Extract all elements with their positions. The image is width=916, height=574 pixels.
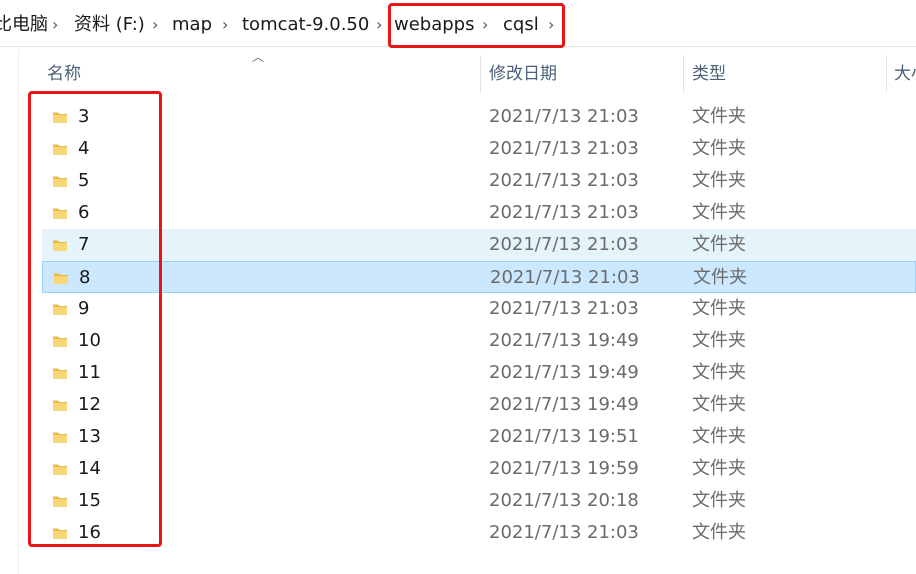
file-row[interactable]: 9 2021/7/13 21:03 文件夹 xyxy=(42,293,916,325)
file-row[interactable]: 16 2021/7/13 21:03 文件夹 xyxy=(42,517,916,549)
column-header-size[interactable]: 大小 xyxy=(894,55,916,93)
file-row[interactable]: 8 2021/7/13 21:03 文件夹 xyxy=(42,261,916,293)
column-header-name[interactable]: 名称 xyxy=(47,55,81,93)
file-row[interactable]: 14 2021/7/13 19:59 文件夹 xyxy=(42,453,916,485)
file-row[interactable]: 10 2021/7/13 19:49 文件夹 xyxy=(42,325,916,357)
file-type: 文件夹 xyxy=(692,458,746,479)
file-modified: 2021/7/13 19:49 xyxy=(489,330,639,351)
file-modified: 2021/7/13 20:18 xyxy=(489,490,639,511)
breadcrumb-tomcat[interactable]: tomcat-9.0.50 xyxy=(242,13,369,37)
file-modified: 2021/7/13 21:03 xyxy=(490,267,640,288)
file-modified: 2021/7/13 21:03 xyxy=(489,298,639,319)
sort-ascending-icon: ︿ xyxy=(252,50,265,64)
file-row[interactable]: 6 2021/7/13 21:03 文件夹 xyxy=(42,197,916,229)
file-row[interactable]: 3 2021/7/13 21:03 文件夹 xyxy=(42,101,916,133)
column-divider[interactable] xyxy=(480,55,481,93)
breadcrumb-this-pc[interactable]: 比电脑 xyxy=(0,13,48,37)
file-modified: 2021/7/13 19:59 xyxy=(489,458,639,479)
file-type: 文件夹 xyxy=(692,394,746,415)
file-row[interactable]: 12 2021/7/13 19:49 文件夹 xyxy=(42,389,916,421)
file-type: 文件夹 xyxy=(692,234,746,255)
file-row[interactable]: 15 2021/7/13 20:18 文件夹 xyxy=(42,485,916,517)
file-type: 文件夹 xyxy=(692,426,746,447)
file-modified: 2021/7/13 21:03 xyxy=(489,138,639,159)
column-header-modified[interactable]: 修改日期 xyxy=(489,55,557,93)
file-modified: 2021/7/13 19:49 xyxy=(489,362,639,383)
file-modified: 2021/7/13 19:49 xyxy=(489,394,639,415)
file-modified: 2021/7/13 21:03 xyxy=(489,522,639,543)
file-modified: 2021/7/13 21:03 xyxy=(489,202,639,223)
chevron-right-icon[interactable]: › xyxy=(222,13,228,37)
file-row[interactable]: 7 2021/7/13 21:03 文件夹 xyxy=(42,229,916,261)
file-type: 文件夹 xyxy=(692,202,746,223)
file-modified: 2021/7/13 21:03 xyxy=(489,234,639,255)
column-divider[interactable] xyxy=(886,55,887,93)
file-type: 文件夹 xyxy=(692,170,746,191)
file-type: 文件夹 xyxy=(692,330,746,351)
file-modified: 2021/7/13 21:03 xyxy=(489,170,639,191)
chevron-right-icon[interactable]: › xyxy=(376,13,382,37)
file-type: 文件夹 xyxy=(692,490,746,511)
annotation-box-breadcrumb xyxy=(388,3,565,48)
column-header-type[interactable]: 类型 xyxy=(692,55,726,93)
file-row[interactable]: 13 2021/7/13 19:51 文件夹 xyxy=(42,421,916,453)
file-modified: 2021/7/13 19:51 xyxy=(489,426,639,447)
nav-pane-divider xyxy=(18,50,19,574)
file-type: 文件夹 xyxy=(692,138,746,159)
chevron-right-icon[interactable]: › xyxy=(52,13,58,37)
breadcrumb-drive-f[interactable]: 资料 (F:) xyxy=(74,13,145,37)
file-type: 文件夹 xyxy=(692,106,746,127)
breadcrumb-map[interactable]: map xyxy=(172,13,212,37)
file-row[interactable]: 11 2021/7/13 19:49 文件夹 xyxy=(42,357,916,389)
file-type: 文件夹 xyxy=(692,362,746,383)
annotation-box-folder-list xyxy=(28,91,162,547)
chevron-right-icon[interactable]: › xyxy=(152,13,158,37)
file-row[interactable]: 4 2021/7/13 21:03 文件夹 xyxy=(42,133,916,165)
file-modified: 2021/7/13 21:03 xyxy=(489,106,639,127)
file-type: 文件夹 xyxy=(692,522,746,543)
file-row[interactable]: 5 2021/7/13 21:03 文件夹 xyxy=(42,165,916,197)
file-type: 文件夹 xyxy=(693,267,747,288)
file-type: 文件夹 xyxy=(692,298,746,319)
column-divider[interactable] xyxy=(683,55,684,93)
